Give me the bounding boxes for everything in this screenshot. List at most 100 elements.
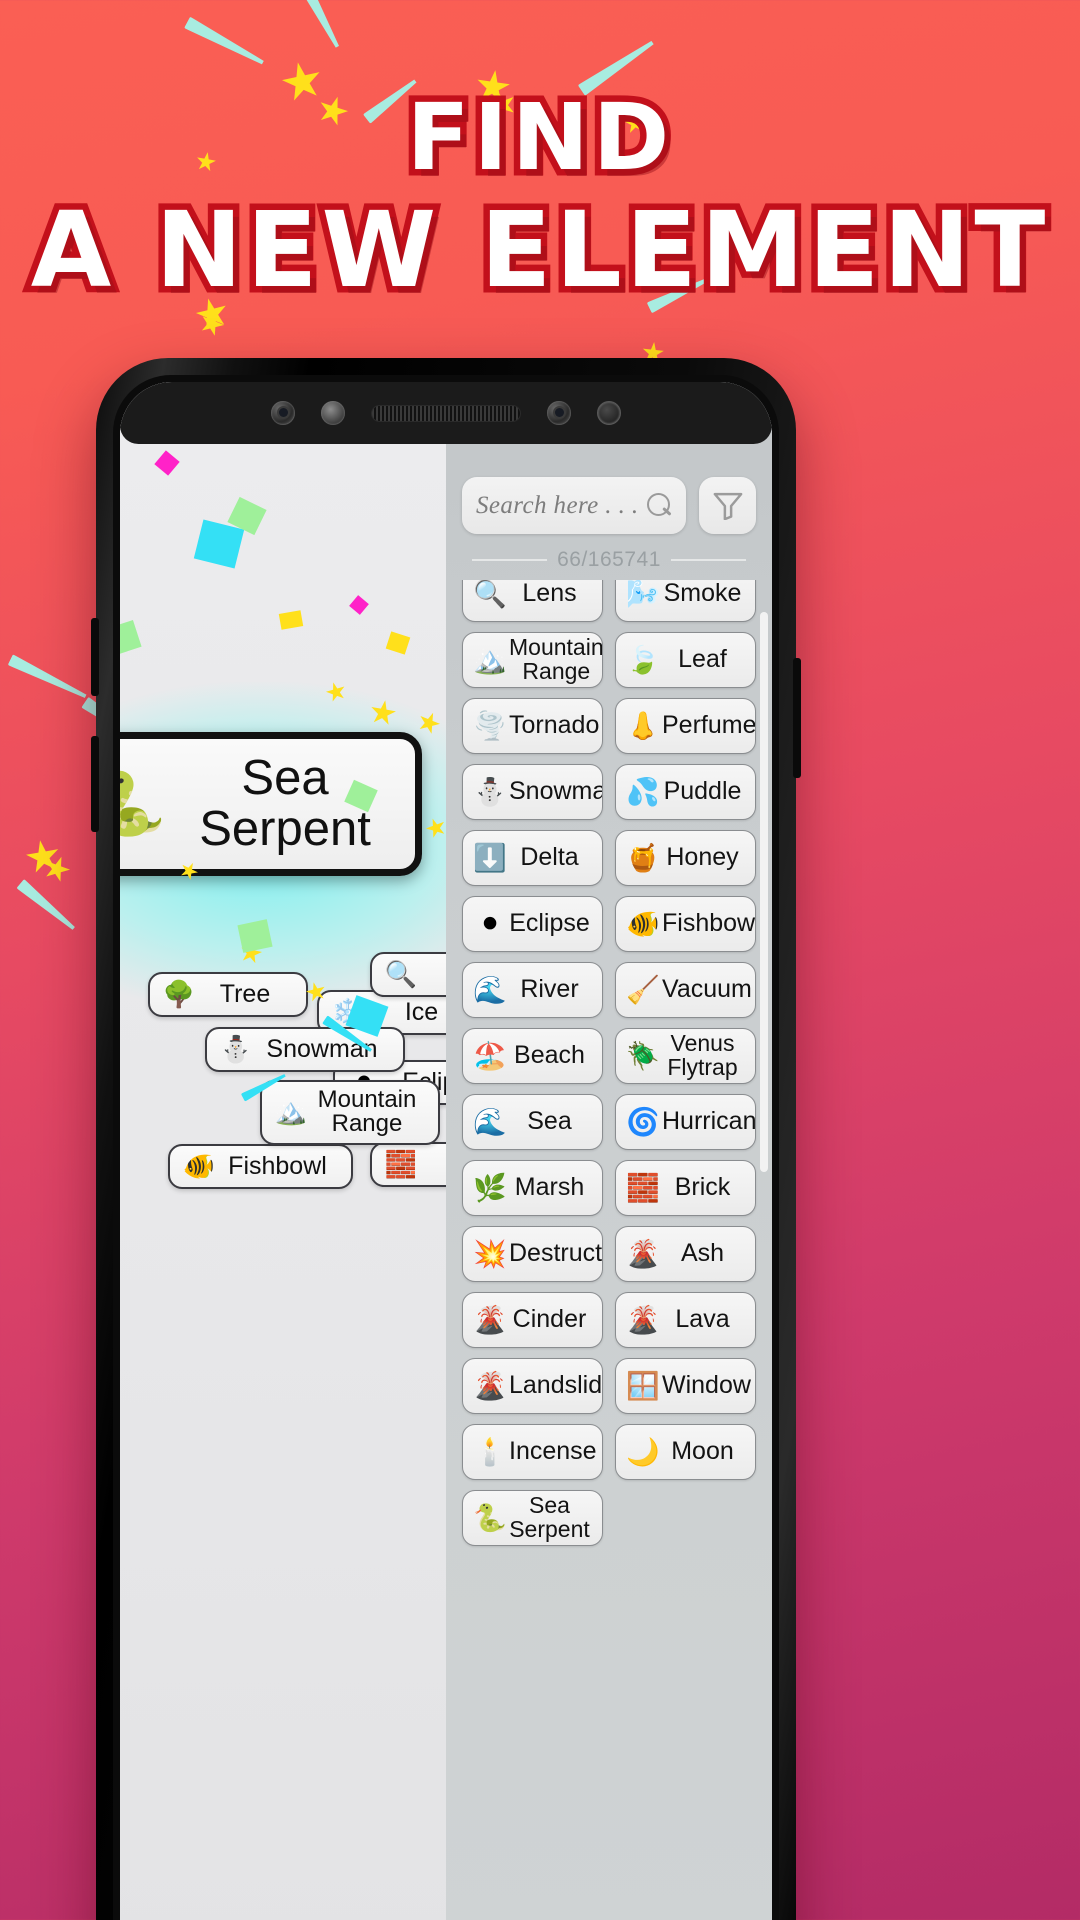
phone-mockup: 🔍Lens🌳Tree❄️Ice⛄Snowman⚫Eclipse🏔️Mountai… <box>91 358 801 1920</box>
element-list-item[interactable]: 🐍 Sea Serpent <box>462 1490 603 1546</box>
element-emoji-icon: 🌀 <box>626 1106 660 1138</box>
element-list-item[interactable]: ⚫ Eclipse <box>462 896 603 952</box>
celebration-star-icon <box>415 709 444 738</box>
element-list-item-label: Eclipse <box>509 909 590 938</box>
element-list-item-label: Ash <box>680 1239 725 1268</box>
element-list-item[interactable]: 🍯 Honey <box>615 830 756 886</box>
element-emoji-icon: 🪟 <box>626 1370 660 1402</box>
canvas-chip-label: Tree <box>219 980 271 1008</box>
element-emoji-icon: 🍯 <box>626 842 660 874</box>
element-emoji-icon: 🌬️ <box>626 580 660 610</box>
canvas-element-chip[interactable]: 🧱Brick <box>370 1142 446 1187</box>
element-list-item-label: Brick <box>674 1173 731 1202</box>
element-list-item[interactable]: 🌀Hurricane <box>615 1094 756 1150</box>
filter-button[interactable] <box>699 477 756 534</box>
canvas-chip-label: Brick <box>418 1150 446 1179</box>
element-emoji-icon: 🧹 <box>626 974 660 1006</box>
element-list-item[interactable]: 🏖️ Beach <box>462 1028 603 1084</box>
element-list-item-label: Venus Flytrap <box>667 1030 738 1080</box>
element-list-item[interactable]: 🌋 Lava <box>615 1292 756 1348</box>
phone-power-button <box>91 736 99 832</box>
celebration-star-icon <box>368 698 398 728</box>
canvas-element-chip[interactable]: ⛄ Snowman <box>205 1027 405 1072</box>
canvas-element-chip[interactable]: 🏔️ Mountain Range <box>260 1080 440 1145</box>
confetti-square <box>237 919 273 953</box>
element-list-item[interactable]: 🕯️ Incense <box>462 1424 603 1480</box>
canvas-chip-label: Snowman <box>266 1035 378 1063</box>
second-camera-icon <box>547 401 571 425</box>
element-list-item[interactable]: 🏔️ Mountain Range <box>462 632 603 688</box>
streak-decoration <box>8 654 89 702</box>
element-list-item[interactable]: 💥Destruction <box>462 1226 603 1282</box>
search-input[interactable]: Search here . . . <box>462 477 686 534</box>
element-list-item[interactable]: 🧹 Vacuum <box>615 962 756 1018</box>
element-list-item-label: Window <box>662 1371 751 1400</box>
confetti-square <box>193 519 245 569</box>
canvas-chip-label: Lens <box>418 960 446 989</box>
sea-serpent-icon: 🐍 <box>120 766 167 840</box>
phone-screen: 🔍Lens🌳Tree❄️Ice⛄Snowman⚫Eclipse🏔️Mountai… <box>120 382 772 1920</box>
celebration-star-icon <box>238 940 264 966</box>
element-list-item[interactable]: 💦 Puddle <box>615 764 756 820</box>
element-list-item-label: Fishbowl <box>662 909 756 938</box>
element-list-item[interactable]: 🌋 Ash <box>615 1226 756 1282</box>
streak-decoration <box>299 0 342 50</box>
element-list-item[interactable]: 🪲 Venus Flytrap <box>615 1028 756 1084</box>
element-emoji-icon: 🧱 <box>384 1149 418 1180</box>
element-emoji-icon: 🔍 <box>473 580 507 610</box>
element-list-item-label: Leaf <box>678 645 727 674</box>
confetti-square <box>278 610 304 630</box>
element-emoji-icon: 🧱 <box>626 1172 660 1204</box>
element-list-item-label: Snowman <box>509 777 602 806</box>
streak-decoration <box>16 879 77 933</box>
list-scrollbar[interactable] <box>760 612 768 1172</box>
element-emoji-icon: 🕯️ <box>473 1436 507 1468</box>
canvas-element-chip[interactable]: 🔍Lens <box>370 952 446 997</box>
new-element-card-label: Sea Serpent <box>171 753 399 855</box>
element-list-item[interactable]: 🌪️ Tornado <box>462 698 603 754</box>
element-list-item-label: River <box>520 975 579 1004</box>
element-list-item-label: Moon <box>671 1437 734 1466</box>
element-list-item[interactable]: 🪟 Window <box>615 1358 756 1414</box>
confetti-square <box>385 631 411 655</box>
element-emoji-icon: 🌊 <box>473 974 507 1006</box>
element-emoji-icon: 🌋 <box>473 1370 507 1402</box>
element-list-item[interactable]: 🌋Landslide <box>462 1358 603 1414</box>
element-list-item[interactable]: 🌋 Cinder <box>462 1292 603 1348</box>
element-list-item[interactable]: 🍃 Leaf <box>615 632 756 688</box>
new-element-card[interactable]: 🐍 Sea Serpent <box>120 732 422 876</box>
element-list-item-label: Sea Serpent <box>509 1492 590 1542</box>
element-list-item[interactable]: 🌬️ Smoke <box>615 580 756 622</box>
confetti-square <box>120 620 142 656</box>
element-emoji-icon: ⛄ <box>473 776 507 808</box>
hero-label-line1: Sea <box>241 751 329 805</box>
element-list-item-label: Lava <box>675 1305 730 1334</box>
element-list-item[interactable]: 🧱 Brick <box>615 1160 756 1216</box>
element-list-item-label: Hurricane <box>662 1107 756 1136</box>
workspace-canvas[interactable]: 🔍Lens🌳Tree❄️Ice⛄Snowman⚫Eclipse🏔️Mountai… <box>120 382 446 1920</box>
element-grid-wrapper[interactable]: 🔍 Lens 🌬️ Smoke 🏔️ Mountain Range 🍃 Leaf 🌪️ Tornad… <box>446 580 772 1920</box>
star-icon <box>196 308 227 339</box>
element-emoji-icon: 🌪️ <box>473 710 507 742</box>
search-icon[interactable] <box>646 492 672 519</box>
element-emoji-icon: 💥 <box>473 1238 507 1270</box>
canvas-element-chip[interactable]: 🌳 Tree <box>148 972 308 1017</box>
canvas-element-chip[interactable]: 🐠 Fishbowl <box>168 1144 353 1189</box>
element-list-item[interactable]: 🐠 Fishbowl <box>615 896 756 952</box>
element-list-item[interactable]: 🌿 Marsh <box>462 1160 603 1216</box>
element-grid: 🔍 Lens 🌬️ Smoke 🏔️ Mountain Range 🍃 Leaf 🌪️ Tornad… <box>462 580 756 1546</box>
element-emoji-icon: 💦 <box>626 776 660 808</box>
element-list-item[interactable]: 🌙 Moon <box>615 1424 756 1480</box>
element-list-item[interactable]: 🌊 River <box>462 962 603 1018</box>
element-list-item[interactable]: 👃 Perfume <box>615 698 756 754</box>
element-list-item[interactable]: 🌊 Sea <box>462 1094 603 1150</box>
element-list-item[interactable]: ⬇️ Delta <box>462 830 603 886</box>
element-list-item-label: Incense <box>509 1437 597 1466</box>
element-list-item-label: Beach <box>514 1041 585 1070</box>
element-list-item-label: Sea <box>527 1107 572 1136</box>
confetti-square <box>349 595 369 615</box>
element-emoji-icon: 🌿 <box>473 1172 507 1204</box>
element-list-item[interactable]: 🔍 Lens <box>462 580 603 622</box>
element-list-item[interactable]: ⛄Snowman <box>462 764 603 820</box>
streak-decoration <box>184 17 266 69</box>
